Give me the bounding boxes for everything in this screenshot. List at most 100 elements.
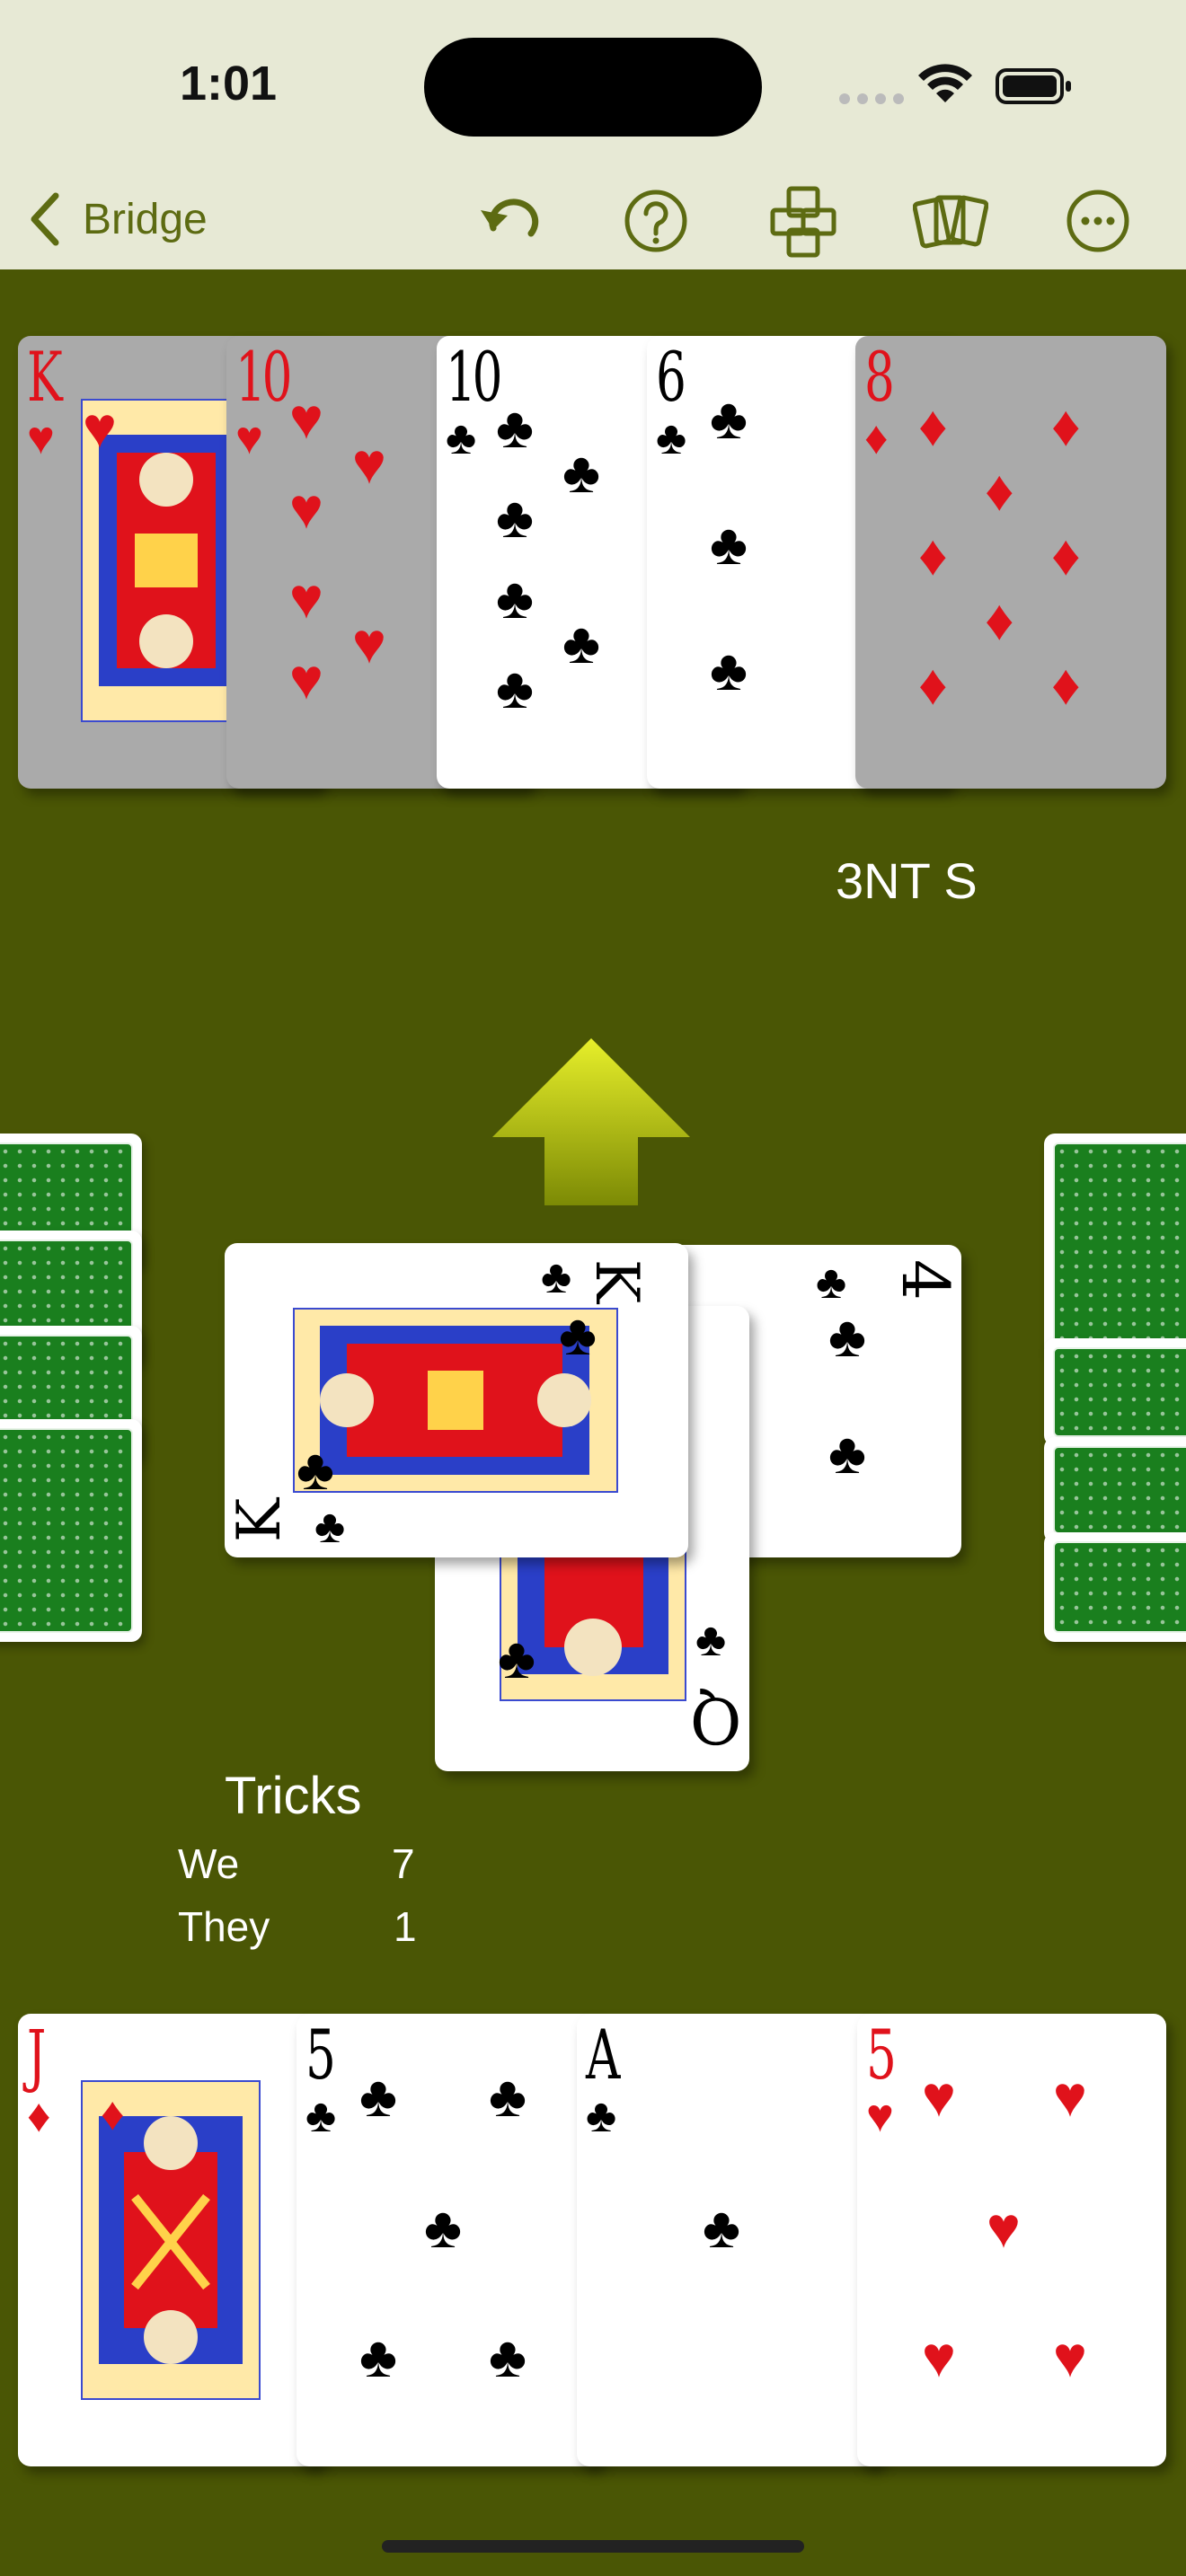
chevron-left-icon bbox=[31, 192, 59, 246]
card-corner: Q bbox=[690, 1683, 741, 1757]
card-suit-pip: ♣ bbox=[562, 440, 600, 505]
card-rank: 8 bbox=[864, 337, 895, 417]
card-suit-pip: ♣ bbox=[359, 2325, 397, 2389]
card-suit-pip: ♦ bbox=[985, 587, 1014, 652]
undo-icon[interactable] bbox=[472, 183, 547, 259]
card-suit-pip: ♣ bbox=[828, 1304, 866, 1369]
player-card-2[interactable]: 5 ♣ ♣ ♣ ♣ ♣ ♣ bbox=[296, 2014, 602, 2466]
card-suit: ♣ bbox=[446, 412, 477, 464]
card-suit-pip: ♣ bbox=[828, 1421, 866, 1486]
card-suit-pip: ♥ bbox=[289, 647, 323, 711]
card-rank: A bbox=[586, 2015, 620, 2095]
player-card-3[interactable]: A ♣ ♣ bbox=[577, 2014, 882, 2466]
card-suit-pip: ♣ bbox=[489, 2325, 527, 2389]
card-suit-pip: ♣ bbox=[296, 1437, 334, 1502]
card-rank: 5 bbox=[305, 2015, 336, 2095]
nav-bar: Bridge bbox=[0, 171, 1186, 269]
card-suit: ♣ bbox=[586, 2090, 617, 2142]
dummy-card-5[interactable]: 8 ♦ ♦ ♦ ♦ ♦ ♦ ♦ ♦ ♦ bbox=[855, 336, 1166, 789]
card-suit-pip: ♣ bbox=[359, 2064, 397, 2129]
card-suit-pip: ♥ bbox=[352, 611, 386, 675]
status-bar: 1:01 bbox=[0, 0, 1186, 171]
card-suit-pip: ♣ bbox=[496, 566, 534, 631]
battery-icon bbox=[996, 68, 1071, 104]
east-card-back bbox=[1044, 1134, 1186, 1358]
card-corner: 4 bbox=[873, 1259, 961, 1331]
card-suit-pip: ♦ bbox=[1051, 523, 1081, 587]
tricks-we-value: 7 bbox=[392, 1840, 415, 1887]
card-suit: ♣ bbox=[305, 2090, 337, 2142]
card-suit-pip: ♣ bbox=[489, 2064, 527, 2129]
card-suit-pip: ♥ bbox=[352, 431, 386, 496]
card-rank: K bbox=[225, 1497, 295, 1543]
east-card-back bbox=[1044, 1338, 1186, 1446]
player-card-1[interactable]: J ♦ ♦ bbox=[18, 2014, 323, 2466]
card-suit-pip: ♦ bbox=[1051, 393, 1081, 458]
card-suit-pip: ♥ bbox=[289, 566, 323, 631]
card-suit: ♣ bbox=[695, 1614, 727, 1666]
card-suit-pip: ♣ bbox=[496, 395, 534, 460]
card-corner: K bbox=[225, 1498, 294, 1542]
card-suit-pip: ♦ bbox=[918, 393, 948, 458]
card-corner: K bbox=[582, 1259, 651, 1303]
card-suit: ♦ bbox=[864, 412, 889, 464]
dynamic-island bbox=[424, 38, 762, 137]
contract-label: 3NT S bbox=[836, 852, 978, 909]
trick-card-west: K ♣ ♣ ♣ K ♣ bbox=[225, 1243, 688, 1557]
card-suit: ♣ bbox=[656, 412, 687, 464]
card-suit: ♥ bbox=[235, 412, 263, 464]
card-suit-pip: ♦ bbox=[101, 2088, 125, 2140]
card-rank: K bbox=[582, 1258, 652, 1304]
card-suit-pip: ♣ bbox=[496, 485, 534, 550]
card-rank: Q bbox=[690, 1683, 742, 1757]
card-suit-pip: ♣ bbox=[703, 2195, 740, 2260]
cards-icon[interactable] bbox=[913, 183, 988, 259]
card-suit-pip: ♥ bbox=[1053, 2325, 1087, 2389]
card-suit-pip: ♣ bbox=[710, 386, 748, 451]
east-card-back bbox=[1044, 1532, 1186, 1642]
card-suit: ♣ bbox=[541, 1251, 572, 1303]
card-suit-pip: ♣ bbox=[710, 512, 748, 577]
card-suit-pip: ♣ bbox=[559, 1302, 597, 1367]
help-icon[interactable] bbox=[618, 183, 694, 259]
player-card-4[interactable]: 5 ♥ ♥ ♥ ♥ ♥ ♥ bbox=[857, 2014, 1166, 2466]
status-time: 1:01 bbox=[180, 57, 278, 110]
card-suit-pip: ♥ bbox=[289, 476, 323, 541]
home-indicator[interactable] bbox=[382, 2540, 804, 2553]
card-rank: 4 bbox=[888, 1259, 961, 1301]
card-rank: J bbox=[27, 2015, 46, 2095]
card-rank: 10 bbox=[446, 337, 502, 417]
tricks-we-label: We bbox=[178, 1840, 240, 1887]
card-suit: ♥ bbox=[866, 2090, 894, 2142]
status-icons bbox=[839, 64, 1071, 104]
card-rank: 10 bbox=[235, 337, 292, 417]
card-suit-pip: ♣ bbox=[562, 611, 600, 675]
back-label: Bridge bbox=[83, 195, 208, 243]
card-suit-pip: ♣ bbox=[498, 1626, 535, 1690]
tricks-title: Tricks bbox=[225, 1767, 362, 1825]
wifi-icon bbox=[918, 64, 972, 102]
card-suit-pip: ♦ bbox=[918, 652, 948, 717]
card-suit-pip: ♦ bbox=[985, 458, 1014, 523]
card-rank: 6 bbox=[656, 337, 686, 417]
card-suit-pip: ♣ bbox=[496, 656, 534, 720]
turn-arrow-up-icon bbox=[492, 1038, 690, 1205]
back-button[interactable]: Bridge bbox=[27, 183, 208, 255]
tricks-they-label: They bbox=[178, 1903, 270, 1950]
west-card-back bbox=[0, 1419, 142, 1642]
card-suit-pip: ♥ bbox=[289, 386, 323, 451]
signal-icon bbox=[839, 93, 904, 104]
card-suit-pip: ♦ bbox=[1051, 652, 1081, 717]
card-suit: ♥ bbox=[27, 412, 55, 464]
card-suit: ♣ bbox=[816, 1257, 847, 1309]
card-suit-pip: ♥ bbox=[922, 2325, 956, 2389]
more-icon[interactable] bbox=[1060, 183, 1136, 259]
card-rank: 5 bbox=[866, 2015, 897, 2095]
card-suit: ♣ bbox=[314, 1501, 346, 1553]
card-suit: ♦ bbox=[27, 2090, 51, 2142]
card-suit-pip: ♥ bbox=[1053, 2064, 1087, 2129]
card-suit-pip: ♥ bbox=[922, 2064, 956, 2129]
card-suit-pip: ♥ bbox=[83, 395, 117, 460]
tricks-they-value: 1 bbox=[394, 1903, 417, 1950]
layout-icon[interactable] bbox=[766, 183, 841, 259]
